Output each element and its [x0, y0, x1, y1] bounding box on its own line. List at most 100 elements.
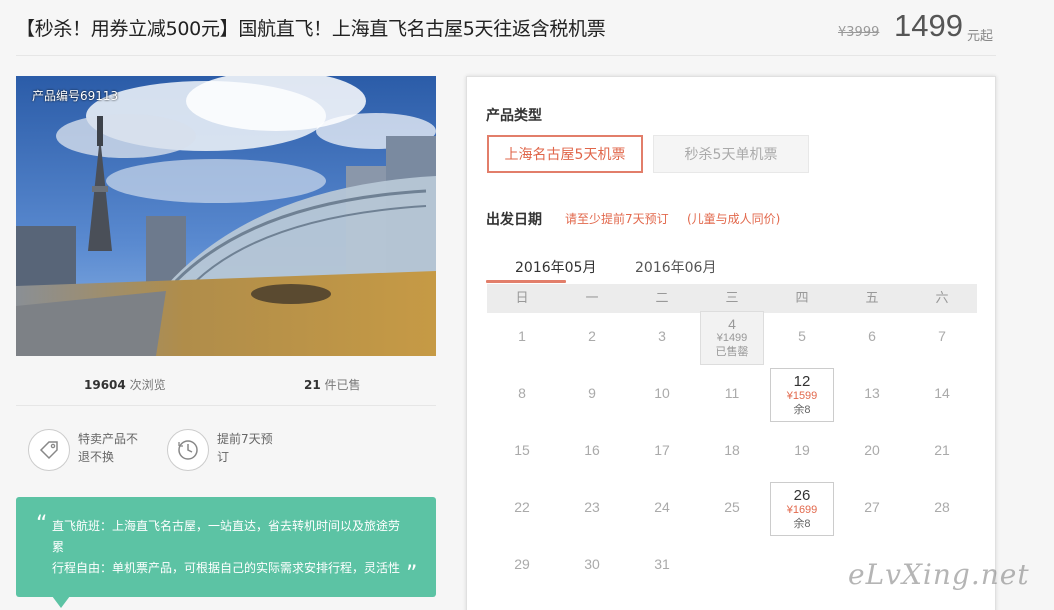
day-number: 11 [724, 385, 740, 401]
day-stock: 余8 [793, 404, 811, 416]
highlights-text: 直飞航班：上海直飞名古屋，一站直达，省去转机时间以及旅途劳累 行程自由：单机票产… [52, 516, 404, 579]
calendar-day: 16 [560, 436, 624, 490]
calendar-day: 27 [840, 493, 904, 547]
day-number: 7 [938, 328, 946, 344]
day-number: 9 [588, 385, 596, 401]
calendar-day: 10 [630, 379, 694, 433]
day-number: 27 [864, 499, 880, 515]
calendar-day[interactable]: 12 ¥1599 余8 [770, 368, 834, 422]
calendar-day: 31 [630, 550, 694, 604]
day-number: 2 [588, 328, 596, 344]
close-quote-icon: ” [406, 562, 418, 587]
calendar-day: 18 [700, 436, 764, 490]
day-number: 12 [793, 373, 811, 390]
highlights-box: “ 直飞航班：上海直飞名古屋，一站直达，省去转机时间以及旅途劳累 行程自由：单机… [16, 497, 436, 597]
day-number: 20 [864, 442, 880, 458]
day-number: 23 [584, 499, 600, 515]
day-number: 3 [658, 328, 666, 344]
calendar-day: 1 [490, 322, 554, 376]
feature-label: 特卖产品不退不换 [78, 432, 139, 464]
day-number: 14 [934, 385, 950, 401]
weekday-label: 一 [585, 291, 599, 306]
sold-count: 21 [304, 378, 321, 392]
day-number: 29 [514, 556, 530, 572]
stats-bar: 19604 次浏览 21 件已售 [16, 366, 436, 406]
day-number: 1 [518, 328, 526, 344]
highlight-line: 行程自由：单机票产品，可根据自己的实际需求安排行程，灵活性 [52, 561, 401, 575]
day-number: 4 [728, 316, 736, 332]
day-number: 25 [724, 499, 740, 515]
calendar-day: 24 [630, 493, 694, 547]
views-count: 19604 [84, 378, 126, 392]
open-quote-icon: “ [36, 512, 48, 537]
original-price: ¥3999 [838, 25, 880, 40]
views-label: 次浏览 [125, 378, 166, 392]
day-number: 22 [514, 499, 530, 515]
calendar-day: 23 [560, 493, 624, 547]
product-type-option-5day[interactable]: 上海名古屋5天机票 [487, 135, 643, 173]
highlight-line: 直飞航班：上海直飞名古屋，一站直达，省去转机时间以及旅途劳累 [52, 519, 401, 554]
calendar-day: 8 [490, 379, 554, 433]
day-stock: 余8 [793, 518, 811, 530]
calendar-day: 6 [840, 322, 904, 376]
calendar-day: 4 ¥1499 已售罄 [700, 311, 764, 365]
tab-month-may[interactable]: 2016年05月 [515, 257, 596, 282]
day-number: 5 [798, 328, 806, 344]
feature-label: 提前7天预订 [217, 432, 273, 464]
product-type-label: 产品类型 [486, 108, 542, 124]
day-number: 17 [654, 442, 670, 458]
day-price: ¥1499 [716, 332, 748, 344]
weekday-header: 日一二三四五六 [487, 284, 977, 313]
weekday-label: 二 [655, 291, 669, 306]
feature-advance-booking: 提前7天预订 [167, 429, 283, 471]
calendar-day: 15 [490, 436, 554, 490]
day-price: ¥1699 [786, 504, 818, 516]
calendar-day: 2 [560, 322, 624, 376]
calendar-day: 25 [700, 493, 764, 547]
calendar-day: 30 [560, 550, 624, 604]
calendar-day: 21 [910, 436, 974, 490]
advance-notice: 请至少提前7天预订 [565, 212, 669, 226]
weekday-label: 六 [935, 291, 949, 306]
calendar-day: 7 [910, 322, 974, 376]
day-number: 10 [654, 385, 670, 401]
day-stock: 已售罄 [715, 346, 749, 358]
day-price: ¥1599 [786, 390, 818, 402]
calendar-day: 3 [630, 322, 694, 376]
day-number: 26 [793, 487, 811, 504]
day-number: 16 [584, 442, 600, 458]
calendar-day: 29 [490, 550, 554, 604]
booking-panel: 产品类型 上海名古屋5天机票 秒杀5天单机票 出发日期 请至少提前7天预订 (儿… [466, 76, 996, 610]
calendar-day: 14 [910, 379, 974, 433]
day-number: 18 [724, 442, 740, 458]
day-number: 21 [934, 442, 950, 458]
tab-month-june[interactable]: 2016年06月 [635, 257, 716, 282]
clock-icon [167, 429, 209, 471]
speech-tail [52, 596, 70, 608]
day-number: 24 [654, 499, 670, 515]
calendar-day: 13 [840, 379, 904, 433]
calendar-day: 22 [490, 493, 554, 547]
day-number: 6 [868, 328, 876, 344]
page-title: 【秒杀！用券立减500元】国航直飞！上海直飞名古屋5天往返含税机票 [16, 18, 606, 40]
weekday-label: 日 [515, 291, 529, 306]
tag-icon [28, 429, 70, 471]
feature-no-refund: 特卖产品不退不换 [28, 429, 144, 471]
child-price-notice: (儿童与成人同价) [687, 212, 781, 226]
photo-illustration [16, 76, 436, 356]
product-type-option-flash[interactable]: 秒杀5天单机票 [653, 135, 809, 173]
sold-stat: 21 件已售 [304, 376, 361, 393]
day-number: 15 [514, 442, 530, 458]
title-bar: 【秒杀！用券立减500元】国航直飞！上海直飞名古屋5天往返含税机票 ¥3999 … [16, 0, 996, 56]
product-id-badge: 产品编号69113 [32, 89, 119, 103]
product-photo[interactable]: 产品编号69113 [16, 76, 436, 356]
day-number: 31 [654, 556, 670, 572]
views-stat: 19604 次浏览 [84, 376, 166, 393]
calendar-day: 17 [630, 436, 694, 490]
calendar-day: 11 [700, 379, 764, 433]
calendar-day[interactable]: 26 ¥1699 余8 [770, 482, 834, 536]
active-tab-underline [486, 280, 566, 283]
calendar-day: 9 [560, 379, 624, 433]
day-number: 13 [864, 385, 880, 401]
weekday-label: 三 [725, 291, 739, 306]
